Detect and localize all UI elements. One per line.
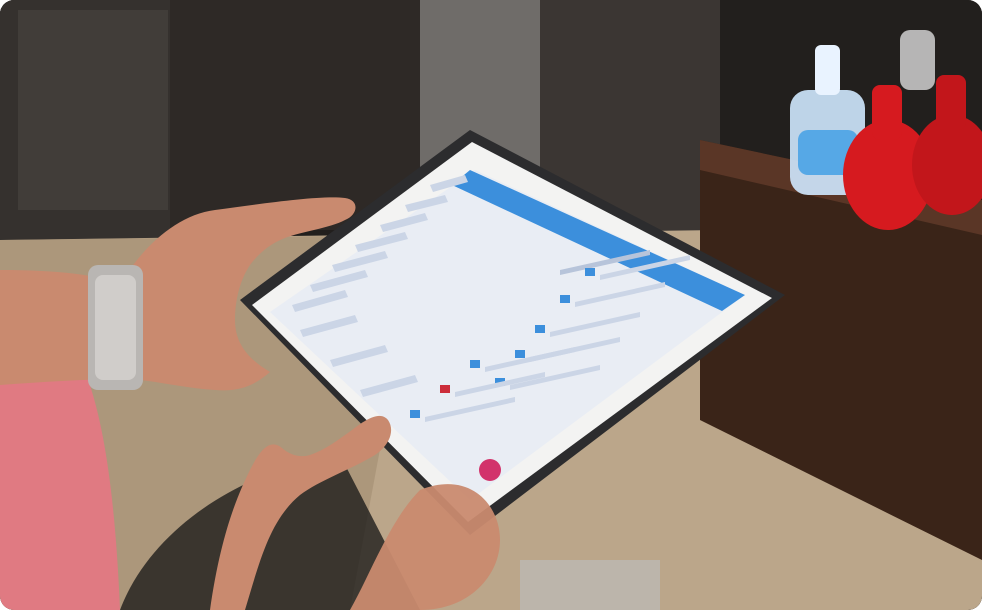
row-icon xyxy=(535,325,545,333)
row-icon xyxy=(560,295,570,303)
blue-bottle-pump xyxy=(815,45,840,95)
window-frame xyxy=(18,10,168,210)
row-icon xyxy=(410,410,420,418)
red-bottle-1-neck xyxy=(872,85,902,140)
row-icon xyxy=(585,268,595,276)
red-bottle-2-neck xyxy=(936,75,966,130)
row-icon xyxy=(515,350,525,358)
white-bottle xyxy=(900,30,935,90)
row-icon xyxy=(440,385,450,393)
photo-frame xyxy=(0,0,982,610)
fab-button xyxy=(479,459,501,481)
row-icon xyxy=(470,360,480,368)
photo-scene xyxy=(0,0,982,610)
wristwatch xyxy=(88,265,143,390)
card-on-table xyxy=(520,560,660,610)
